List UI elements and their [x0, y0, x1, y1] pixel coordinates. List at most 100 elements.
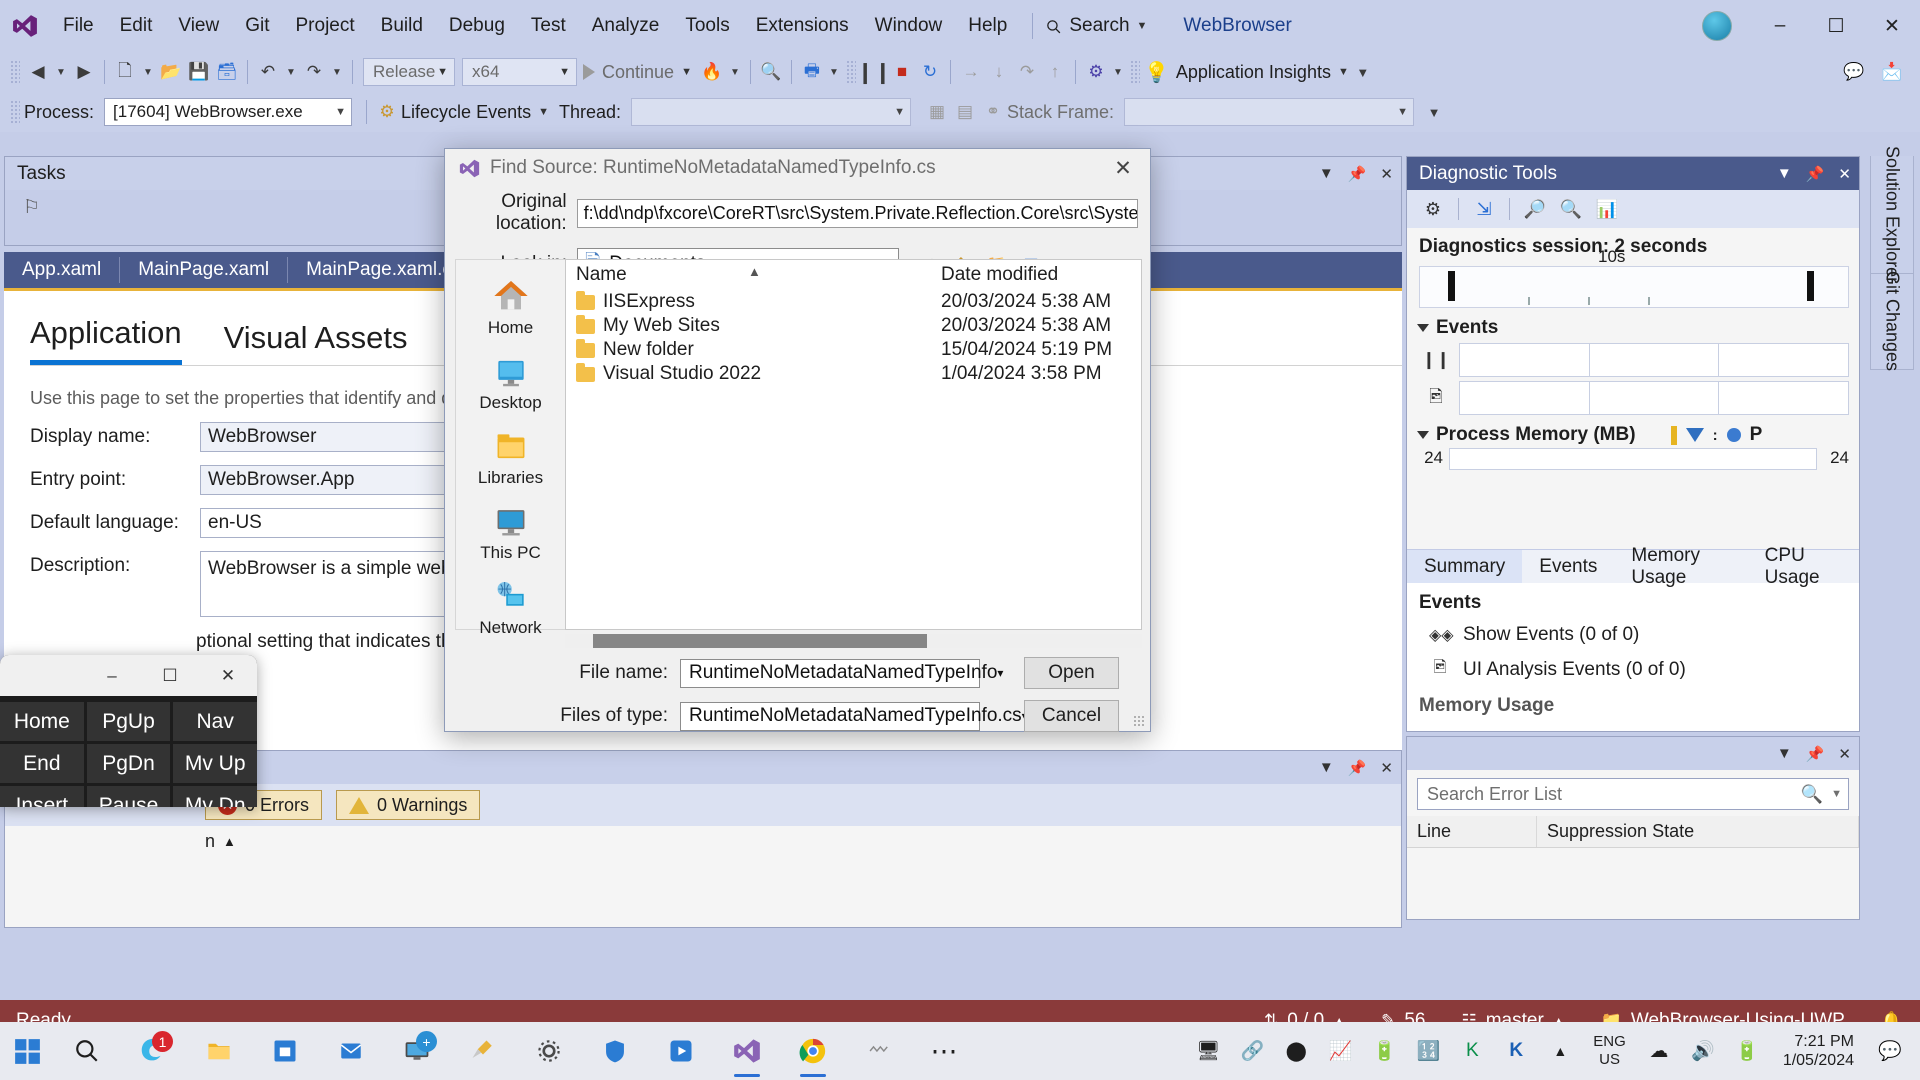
- threads-dropdown-icon[interactable]: ▼: [1110, 57, 1126, 87]
- memory-chart[interactable]: [1449, 448, 1817, 470]
- tray-icon-battery-app[interactable]: 🔋: [1364, 1022, 1404, 1080]
- editor-tab-app-xaml[interactable]: App.xaml: [4, 252, 120, 288]
- back-dropdown-icon[interactable]: ▼: [52, 57, 70, 87]
- editor-tab-mainpage-xaml[interactable]: MainPage.xaml: [120, 252, 288, 288]
- chevron-down-icon[interactable]: ▼: [538, 106, 549, 118]
- new-project-icon[interactable]: 🗋: [111, 57, 139, 87]
- diag-tab-summary[interactable]: Summary: [1407, 550, 1523, 583]
- taskbar-app-file-explorer[interactable]: [186, 1022, 252, 1080]
- column-date-modified[interactable]: Date modified: [941, 264, 1141, 286]
- osk-maximize-button[interactable]: ☐: [141, 655, 199, 696]
- toolbar-overflow-icon[interactable]: ▼: [1349, 57, 1377, 87]
- restart-icon[interactable]: ↻: [916, 57, 944, 87]
- tasks-dropdown-icon[interactable]: ▼: [1319, 165, 1334, 182]
- break-events-lane[interactable]: [1459, 343, 1849, 377]
- minimize-button[interactable]: –: [1752, 0, 1808, 52]
- configuration-selector[interactable]: Release ▼: [363, 58, 455, 86]
- error-search-close-icon[interactable]: ✕: [1838, 745, 1851, 763]
- osk-minimize-button[interactable]: –: [83, 655, 141, 696]
- save-icon[interactable]: 💾: [185, 57, 213, 87]
- taskbar-app-settings[interactable]: [516, 1022, 582, 1080]
- dialog-resize-grip[interactable]: [1133, 715, 1146, 728]
- diag-close-icon[interactable]: ✕: [1838, 165, 1851, 183]
- error-search-input[interactable]: Search Error List 🔍 ▼: [1417, 778, 1849, 810]
- menu-window[interactable]: Window: [862, 10, 956, 42]
- error-list-pin-icon[interactable]: 📌: [1348, 759, 1367, 777]
- menu-project[interactable]: Project: [283, 10, 368, 42]
- files-of-type-input[interactable]: RuntimeNoMetadataNamedTypeInfo.cs ▾: [680, 701, 1028, 731]
- tray-icon-volume[interactable]: 🔊: [1683, 1022, 1723, 1080]
- menu-help[interactable]: Help: [955, 10, 1020, 42]
- file-browser-list[interactable]: Name Date modified ▲ IISExpress 20/03/20…: [565, 259, 1142, 630]
- place-libraries[interactable]: Libraries: [456, 424, 565, 492]
- open-button[interactable]: Open: [1024, 657, 1119, 689]
- file-list-horizontal-scrollbar[interactable]: [565, 634, 1142, 648]
- hot-reload-dropdown-icon[interactable]: ▼: [726, 57, 744, 87]
- feedback-icon[interactable]: 💬: [1840, 57, 1868, 87]
- column-line[interactable]: Line: [1407, 816, 1537, 847]
- show-next-statement-icon[interactable]: →: [957, 57, 985, 87]
- tray-icon-onedrive[interactable]: ☁: [1639, 1022, 1679, 1080]
- navigate-forward-icon[interactable]: ▶: [70, 57, 98, 87]
- menu-edit[interactable]: Edit: [107, 10, 166, 42]
- osk-key-pgup[interactable]: PgUp: [86, 702, 171, 741]
- tab-application[interactable]: Application: [30, 315, 182, 365]
- error-search-pin-icon[interactable]: 📌: [1806, 745, 1825, 763]
- settings-gear-icon[interactable]: ⚙: [1417, 194, 1449, 224]
- step-over-icon[interactable]: ↷: [1013, 57, 1041, 87]
- vtab-git-changes[interactable]: Git Changes: [1870, 271, 1914, 372]
- osk-key-mv-dn[interactable]: Mv Dn: [173, 786, 257, 807]
- events-section-header[interactable]: Events: [1407, 308, 1859, 339]
- continue-button[interactable]: Continue ▼: [577, 62, 698, 83]
- debug-toolbar-overflow-icon[interactable]: ▼: [1420, 97, 1448, 127]
- warnings-chip[interactable]: 0 Warnings: [336, 790, 481, 820]
- platform-selector[interactable]: x64 ▼: [462, 58, 577, 86]
- undo-icon[interactable]: ↶: [254, 57, 282, 87]
- account-avatar[interactable]: [1702, 11, 1732, 41]
- menu-git[interactable]: Git: [232, 10, 282, 42]
- menu-build[interactable]: Build: [368, 10, 436, 42]
- taskbar-app-store[interactable]: [252, 1022, 318, 1080]
- notification-center-icon[interactable]: 💬: [1870, 1022, 1910, 1080]
- taskbar-app-cleaner[interactable]: [450, 1022, 516, 1080]
- clock[interactable]: 7:21 PM 1/05/2024: [1771, 1032, 1866, 1070]
- cancel-button[interactable]: Cancel: [1024, 700, 1119, 732]
- send-feedback-icon[interactable]: 📩: [1878, 57, 1906, 87]
- process-memory-section-header[interactable]: Process Memory (MB) : P: [1407, 415, 1859, 446]
- vtab-solution-explorer[interactable]: Solution Explorer: [1870, 146, 1914, 283]
- tray-icon-chevron-up[interactable]: ▲: [1540, 1022, 1580, 1080]
- lifecycle-events-label[interactable]: Lifecycle Events: [401, 102, 531, 123]
- taskbar-search-button[interactable]: [54, 1022, 120, 1080]
- stack-frame-selector[interactable]: ▼: [1124, 98, 1415, 126]
- taskbar-app-mail[interactable]: [318, 1022, 384, 1080]
- file-name-input[interactable]: RuntimeNoMetadataNamedTypeInfo ▾: [680, 658, 1003, 688]
- tray-icon-battery[interactable]: 🔋: [1727, 1022, 1767, 1080]
- save-all-icon[interactable]: 🗃: [213, 57, 241, 87]
- diag-tab-events[interactable]: Events: [1522, 550, 1614, 583]
- diag-pin-icon[interactable]: 📌: [1806, 165, 1825, 183]
- chevron-down-icon[interactable]: ▼: [1831, 788, 1842, 800]
- threads-icon[interactable]: ⚙: [1082, 57, 1110, 87]
- osk-close-button[interactable]: ✕: [199, 655, 257, 696]
- taskbar-overflow-button[interactable]: ⋯: [912, 1022, 978, 1080]
- tray-icon-app2[interactable]: 📈: [1320, 1022, 1360, 1080]
- dialog-close-button[interactable]: ✕: [1102, 151, 1144, 185]
- diag-tab-memory-usage[interactable]: Memory Usage: [1614, 545, 1747, 588]
- attach-process-icon[interactable]: 🔍: [757, 57, 785, 87]
- menu-analyze[interactable]: Analyze: [579, 10, 673, 42]
- pause-icon[interactable]: ❙❙: [856, 57, 891, 87]
- tray-icon-nvidia[interactable]: 🖥: [1188, 1022, 1228, 1080]
- tray-icon-calculator[interactable]: 🔢: [1408, 1022, 1448, 1080]
- diag-tab-cpu-usage[interactable]: CPU Usage: [1748, 545, 1859, 588]
- thread-selector[interactable]: ▼: [631, 98, 912, 126]
- collapse-caret-icon[interactable]: ▲: [223, 834, 236, 849]
- undo-dropdown-icon[interactable]: ▼: [282, 57, 300, 87]
- file-row[interactable]: New folder 15/04/2024 5:19 PM: [566, 338, 1141, 362]
- export-icon[interactable]: ⇲: [1468, 194, 1500, 224]
- zoom-out-icon[interactable]: 🔍: [1555, 194, 1587, 224]
- lifecycle-events-icon[interactable]: ⚙: [373, 97, 401, 127]
- close-button[interactable]: ✕: [1864, 0, 1920, 52]
- step-into-icon[interactable]: ↓: [985, 57, 1013, 87]
- osk-key-nav[interactable]: Nav: [173, 702, 257, 741]
- menu-file[interactable]: File: [50, 10, 107, 42]
